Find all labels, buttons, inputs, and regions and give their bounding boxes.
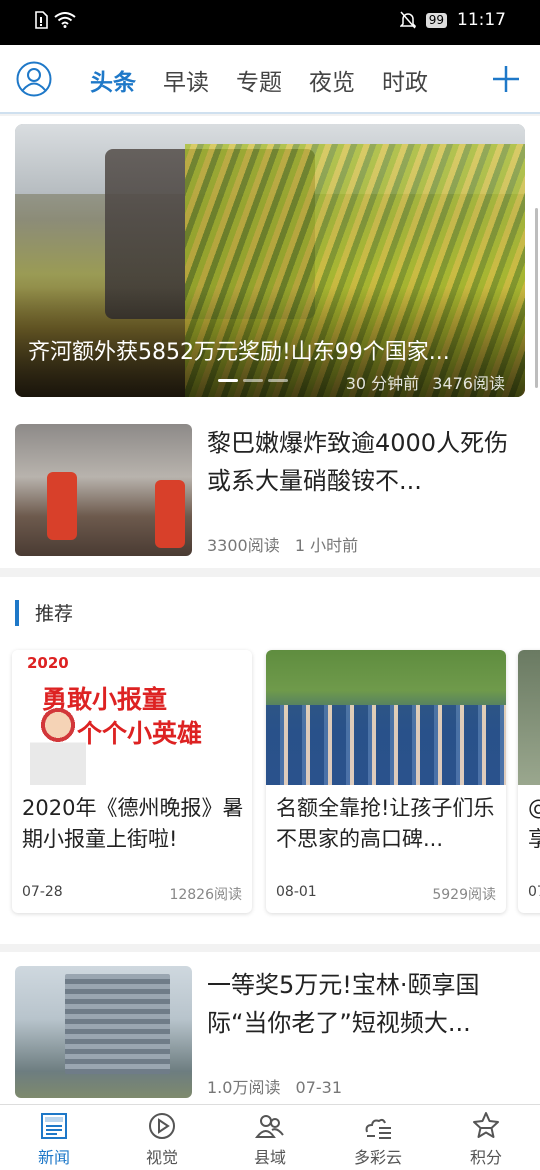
kids-crowd-shape xyxy=(266,705,506,785)
section-accent-bar xyxy=(15,599,19,626)
recommend-image-poster: 2020 勇敢小报童 个个小英雄 xyxy=(12,650,252,785)
recommend-card-partial[interactable]: @ 享 07 xyxy=(518,650,540,913)
carousel-dot xyxy=(243,379,263,382)
firefighter-shape xyxy=(155,480,185,548)
article-time: 07-31 xyxy=(295,1078,343,1097)
battery-indicator: 99 xyxy=(425,12,447,28)
list-item[interactable]: 一等奖5万元!宝林·颐享国际“当你老了”短视频大... 1.0万阅读 07-31 xyxy=(0,966,540,1104)
list-item[interactable]: 黎巴嫩爆炸致逾4000人死伤 或系大量硝酸铵不... 3300阅读 1 小时前 xyxy=(0,424,540,564)
nav-visual-label: 视觉 xyxy=(145,1148,178,1167)
headline-card: 齐河额外获5852万元奖励!山东99个国家... 30 分钟前 3476阅读 黎… xyxy=(0,116,540,568)
tab-zaodu[interactable]: 早读 xyxy=(163,63,209,97)
nav-news-label: 新闻 xyxy=(37,1148,70,1167)
cloud-list-icon xyxy=(365,1118,391,1139)
tab-zhuanti[interactable]: 专题 xyxy=(236,63,282,97)
recommend-image-partial xyxy=(518,650,540,785)
article-reads: 3300阅读 xyxy=(207,536,280,555)
nav-cloud[interactable]: 多彩云 xyxy=(324,1105,432,1170)
article-time: 1 小时前 xyxy=(294,536,359,555)
article-meta: 3300阅读 1 小时前 xyxy=(207,532,358,556)
recommend-card-reads: 5929阅读 xyxy=(432,887,496,903)
hero-time: 30 分钟前 xyxy=(345,374,420,393)
nav-points[interactable]: 积分 xyxy=(432,1105,540,1170)
user-avatar-icon[interactable] xyxy=(16,61,52,97)
tab-toutiao[interactable]: 头条 xyxy=(90,63,136,97)
channel-tabs: 头条 早读 专题 夜览 时政 xyxy=(90,45,455,114)
recommend-header: 推荐 xyxy=(15,599,73,626)
bottom-nav: 新闻 视觉 县域 多彩云 积分 xyxy=(0,1104,540,1170)
scrollbar[interactable] xyxy=(535,208,538,388)
article-thumbnail xyxy=(15,966,192,1098)
mute-bell-icon xyxy=(399,11,416,29)
article-thumbnail xyxy=(15,424,192,556)
article-reads: 1.0万阅读 xyxy=(207,1078,281,1097)
recommend-card-reads: 12826阅读 xyxy=(169,887,242,903)
recommend-card-title: 2020年《德州晚报》暑期小报童上街啦! xyxy=(22,796,244,851)
poster-year: 2020 xyxy=(27,654,69,672)
top-nav: 头条 早读 专题 夜览 时政 xyxy=(0,45,540,114)
nav-visual[interactable]: 视觉 xyxy=(108,1105,216,1170)
wifi-icon xyxy=(54,12,76,28)
tab-shizheng[interactable]: 时政 xyxy=(382,63,428,97)
article-title: 一等奖5万元!宝林·颐享国际“当你老了”短视频大... xyxy=(207,971,480,1037)
add-channel-icon[interactable] xyxy=(492,65,520,93)
hero-reads: 3476阅读 xyxy=(432,374,505,393)
newspaper-icon xyxy=(41,1113,67,1139)
recommend-image-kids xyxy=(266,650,506,785)
nav-county[interactable]: 县域 xyxy=(216,1105,324,1170)
status-bar: 99 11:17 xyxy=(0,0,540,45)
clock: 11:17 xyxy=(457,10,506,30)
sim-icon xyxy=(35,11,48,29)
article-card: 一等奖5万元!宝林·颐享国际“当你老了”短视频大... 1.0万阅读 07-31 xyxy=(0,952,540,1104)
news-feed[interactable]: 齐河额外获5852万元奖励!山东99个国家... 30 分钟前 3476阅读 黎… xyxy=(0,116,540,1104)
nav-news[interactable]: 新闻 xyxy=(0,1105,108,1170)
hero-banner[interactable]: 齐河额外获5852万元奖励!山东99个国家... 30 分钟前 3476阅读 xyxy=(15,124,525,397)
building-shape xyxy=(65,974,170,1074)
article-title: 黎巴嫩爆炸致逾4000人死伤 或系大量硝酸铵不... xyxy=(207,429,509,495)
recommend-card[interactable]: 名额全靠抢!让孩子们乐不思家的高口碑... 08-01 5929阅读 xyxy=(266,650,506,913)
nav-points-label: 积分 xyxy=(469,1148,502,1167)
recommend-card-date: 07-28 xyxy=(22,884,63,900)
carousel-indicator xyxy=(218,379,288,382)
recommend-card-date: 07 xyxy=(528,884,540,900)
carousel-dot xyxy=(218,379,238,382)
play-circle-icon xyxy=(149,1113,175,1139)
article-meta: 1.0万阅读 07-31 xyxy=(207,1074,342,1098)
firefighter-shape xyxy=(47,472,77,540)
nav-county-label: 县域 xyxy=(253,1148,286,1167)
people-icon xyxy=(255,1115,284,1138)
recommend-card-date: 08-01 xyxy=(276,884,317,900)
tab-yelan[interactable]: 夜览 xyxy=(309,63,355,97)
hero-title: 齐河额外获5852万元奖励!山东99个国家... xyxy=(28,340,450,365)
recommend-card-title: 名额全靠抢!让孩子们乐不思家的高口碑... xyxy=(276,796,495,851)
poster-headline-2: 个个小英雄 xyxy=(77,719,203,748)
carousel-dot xyxy=(268,379,288,382)
nav-cloud-label: 多彩云 xyxy=(353,1148,402,1167)
recommend-title: 推荐 xyxy=(35,603,74,625)
recommend-card[interactable]: 2020 勇敢小报童 个个小英雄 2020年《德州晚报》暑期小报童上街啦! 07… xyxy=(12,650,252,913)
recommend-card-title: @ 享 xyxy=(528,796,540,851)
hero-meta: 30 分钟前 3476阅读 xyxy=(346,370,505,394)
poster-child-figure xyxy=(30,708,86,785)
star-badge-icon xyxy=(473,1112,499,1138)
recommend-section: 推荐 2020 勇敢小报童 个个小英雄 2020年《德州晚报》暑期小报童上街啦!… xyxy=(0,577,540,944)
